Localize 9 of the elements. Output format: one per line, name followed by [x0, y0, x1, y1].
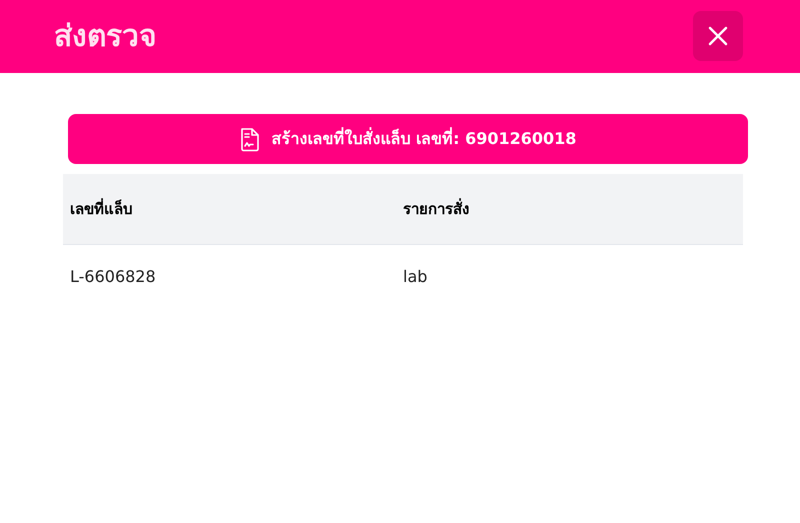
close-button[interactable]	[693, 11, 743, 61]
create-lab-order-button[interactable]: สร้างเลขที่ใบสั่งแล็บ เลขที่: 6901260018	[68, 114, 748, 164]
document-icon	[240, 126, 260, 152]
dialog-title: ส่งตรวจ	[54, 18, 157, 56]
table-cell-text: L-6606828	[70, 266, 156, 288]
close-icon	[708, 26, 728, 46]
column-header: เลขที่แล็บ	[70, 198, 133, 220]
table-cell-text: lab	[403, 266, 428, 288]
column-header: รายการสั่ง	[403, 198, 469, 220]
